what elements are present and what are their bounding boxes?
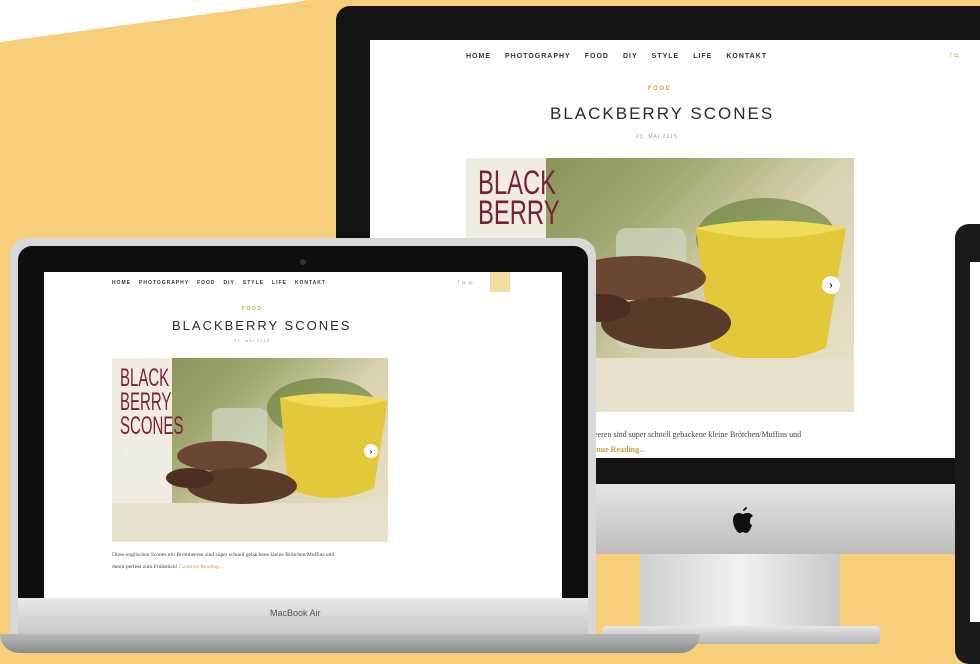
camera-icon	[300, 259, 306, 265]
imac-social-icons: f◘	[950, 53, 961, 59]
nav-home[interactable]: HOME	[466, 53, 491, 60]
macbook-hero-image[interactable]: BLACK BERRY SCONES ‹ ›	[112, 358, 388, 542]
imac-post-date: 23. MAI 2015	[636, 134, 678, 140]
chevron-left-icon[interactable]: ‹	[120, 444, 132, 456]
macbook-social-icons: f◘◎	[458, 280, 476, 286]
macbook-post-excerpt-line2: damit perfekt zum Frühstück! Continue Re…	[112, 564, 223, 570]
macbook-category[interactable]: FOOD	[242, 306, 262, 312]
pinterest-icon[interactable]: ◎	[468, 280, 475, 286]
instagram-icon[interactable]: ◘	[955, 53, 962, 59]
imac-nav: HOME PHOTOGRAPHY FOOD DIY STYLE LIFE KON…	[466, 53, 767, 60]
imac-continue-reading[interactable]: inue Reading...	[594, 445, 645, 454]
nav-photography[interactable]: PHOTOGRAPHY	[139, 280, 189, 286]
nav-photography[interactable]: PHOTOGRAPHY	[505, 53, 571, 60]
nav-diy[interactable]: DIY	[224, 280, 235, 286]
nav-food[interactable]: FOOD	[197, 280, 215, 286]
nav-home[interactable]: HOME	[112, 280, 131, 286]
macbook-post-excerpt: Diese englischen Scones mit Brombeeren s…	[112, 552, 335, 558]
macbook-post-date: 23. MAI 2015	[234, 338, 270, 343]
macbook-screen: HOME PHOTOGRAPHY FOOD DIY STYLE LIFE KON…	[44, 272, 562, 598]
imac-hero-lettering: BLACK BERRY	[478, 164, 560, 232]
nav-life[interactable]: LIFE	[693, 53, 712, 60]
macbook-nav: HOME PHOTOGRAPHY FOOD DIY STYLE LIFE KON…	[112, 280, 326, 286]
nav-food[interactable]: FOOD	[585, 53, 609, 60]
nav-kontakt[interactable]: KONTAKT	[726, 53, 767, 60]
macbook-continue-reading[interactable]: Continue Reading...	[179, 564, 223, 570]
chevron-right-icon[interactable]: ›	[364, 444, 378, 458]
macbook-base	[0, 634, 700, 653]
macbook-hero-lettering: BLACK BERRY SCONES	[120, 364, 184, 440]
nav-life[interactable]: LIFE	[272, 280, 287, 286]
apple-logo-icon	[733, 507, 753, 533]
imac-category[interactable]: FOOD	[648, 86, 671, 92]
search-icon[interactable]	[490, 272, 510, 292]
phone-screen	[970, 262, 980, 622]
imac-post-title[interactable]: BLACKBERRY SCONES	[550, 104, 774, 124]
nav-diy[interactable]: DIY	[623, 53, 638, 60]
nav-kontakt[interactable]: KONTAKT	[295, 280, 326, 286]
macbook-post-title[interactable]: BLACKBERRY SCONES	[172, 318, 351, 333]
nav-style[interactable]: STYLE	[652, 53, 680, 60]
nav-style[interactable]: STYLE	[243, 280, 264, 286]
chevron-right-icon[interactable]: ›	[822, 276, 840, 294]
macbook-label: MacBook Air	[270, 608, 321, 618]
imac-post-excerpt: beeren sind super schnell gebackene klei…	[590, 430, 802, 439]
